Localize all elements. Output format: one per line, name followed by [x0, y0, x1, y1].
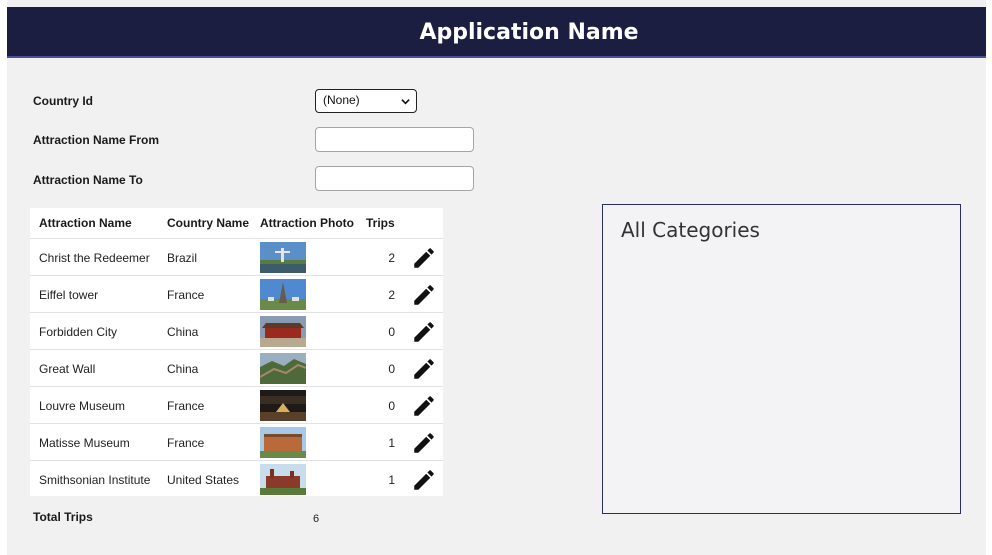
christ-the-redeemer-photo: [260, 242, 306, 273]
attraction-name-to-input[interactable]: [315, 166, 474, 191]
pencil-icon: [414, 248, 434, 268]
attraction-name-cell[interactable]: Great Wall: [39, 362, 95, 376]
page-frame-right: [986, 0, 992, 555]
pencil-icon: [414, 322, 434, 342]
matisse-museum-photo: [260, 427, 306, 458]
app-header: Application Name: [7, 7, 986, 58]
grid-header-row: Attraction Name Country Name Attraction …: [30, 208, 443, 238]
attraction-name-cell[interactable]: Matisse Museum: [39, 436, 130, 450]
pencil-icon: [414, 433, 434, 453]
country-name-cell: France: [167, 399, 205, 413]
edit-button[interactable]: [411, 467, 437, 493]
pencil-icon: [414, 470, 434, 490]
column-header-trips[interactable]: Trips: [366, 216, 395, 230]
trips-cell: 1: [388, 436, 395, 450]
table-row[interactable]: Forbidden City China 0: [30, 312, 443, 349]
attraction-name-to-label: Attraction Name To: [33, 173, 143, 187]
trips-cell: 2: [388, 251, 395, 265]
country-id-select[interactable]: (None): [315, 89, 417, 113]
attraction-name-cell[interactable]: Louvre Museum: [39, 399, 125, 413]
country-name-cell: China: [167, 325, 199, 339]
forbidden-city-photo: [260, 316, 306, 347]
categories-panel: All Categories: [602, 204, 961, 514]
country-id-label: Country Id: [33, 94, 93, 108]
table-row[interactable]: Smithsonian Institute United States 1: [30, 460, 443, 497]
edit-button[interactable]: [411, 245, 437, 271]
country-name-cell: United States: [167, 473, 240, 487]
attraction-name-cell[interactable]: Smithsonian Institute: [39, 473, 150, 487]
edit-button[interactable]: [411, 393, 437, 419]
edit-button[interactable]: [411, 356, 437, 382]
chevron-down-icon: [401, 99, 410, 105]
country-id-selected-value: (None): [323, 93, 360, 107]
edit-button[interactable]: [411, 319, 437, 345]
trips-cell: 0: [388, 362, 395, 376]
eiffel-tower-photo: [260, 279, 306, 310]
table-row[interactable]: Christ the Redeemer Brazil 2: [30, 238, 443, 275]
smithsonian-institute-photo: [260, 464, 306, 495]
total-trips-value: 6: [313, 513, 320, 525]
pencil-icon: [414, 359, 434, 379]
louvre-museum-photo: [260, 390, 306, 421]
country-name-cell: China: [167, 362, 199, 376]
total-trips-label: Total Trips: [33, 510, 93, 524]
trips-cell: 0: [388, 399, 395, 413]
country-name-cell: France: [167, 288, 205, 302]
attraction-name-from-input[interactable]: [315, 127, 474, 152]
pencil-icon: [414, 285, 434, 305]
edit-button[interactable]: [411, 282, 437, 308]
trips-cell: 2: [388, 288, 395, 302]
attraction-name-from-label: Attraction Name From: [33, 133, 160, 147]
trips-cell: 0: [388, 325, 395, 339]
column-header-attraction-name[interactable]: Attraction Name: [39, 216, 132, 230]
column-header-country-name[interactable]: Country Name: [167, 216, 249, 230]
attraction-name-cell[interactable]: Christ the Redeemer: [39, 251, 150, 265]
categories-title: All Categories: [621, 218, 760, 242]
table-row[interactable]: Eiffel tower France 2: [30, 275, 443, 312]
trips-cell: 1: [388, 473, 395, 487]
country-name-cell: Brazil: [167, 251, 198, 265]
table-row[interactable]: Great Wall China 0: [30, 349, 443, 386]
country-name-cell: France: [167, 436, 205, 450]
great-wall-photo: [260, 353, 306, 384]
app-title: Application Name: [419, 20, 639, 45]
table-row[interactable]: Matisse Museum France 1: [30, 423, 443, 460]
edit-button[interactable]: [411, 430, 437, 456]
table-row[interactable]: Louvre Museum France 0: [30, 386, 443, 423]
column-header-attraction-photo[interactable]: Attraction Photo: [260, 216, 354, 230]
pencil-icon: [414, 396, 434, 416]
attraction-name-cell[interactable]: Forbidden City: [39, 325, 117, 339]
attractions-grid: Attraction Name Country Name Attraction …: [30, 208, 443, 496]
page-frame-left: [0, 0, 7, 555]
attraction-name-cell[interactable]: Eiffel tower: [39, 288, 98, 302]
